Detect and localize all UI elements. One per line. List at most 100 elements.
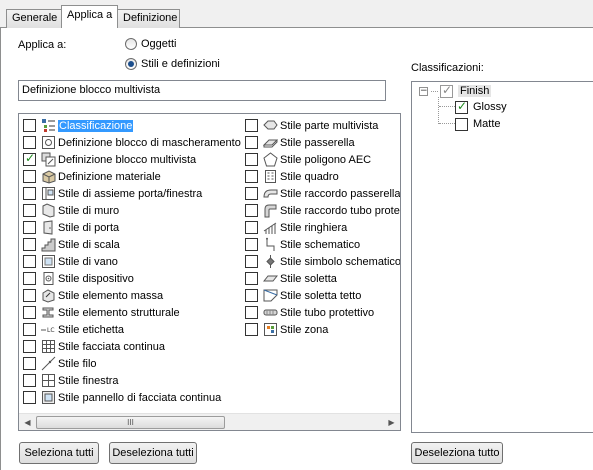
list-item[interactable]: Stile pannello di facciata continua xyxy=(23,389,221,406)
list-item-label: Stile soletta xyxy=(280,272,337,285)
list-item-checkbox[interactable] xyxy=(23,187,36,200)
finish-checkbox[interactable] xyxy=(440,83,453,98)
list-item[interactable]: Stile facciata continua xyxy=(23,338,165,355)
list-item[interactable]: Stile zona xyxy=(245,321,328,338)
list-item-label: Stile schematico xyxy=(280,238,361,251)
list-item-checkbox[interactable] xyxy=(23,340,36,353)
list-item-checkbox[interactable] xyxy=(23,136,36,149)
list-item-label: Stile soletta tetto xyxy=(280,289,362,302)
tab-generale[interactable]: Generale xyxy=(6,9,63,28)
classification-tree[interactable]: − Finish Glossy Matte xyxy=(411,81,593,433)
glossy-checkbox[interactable] xyxy=(455,99,468,114)
list-item[interactable]: Stile soletta tetto xyxy=(245,287,361,304)
list-item[interactable]: Stile elemento massa xyxy=(23,287,163,304)
scroll-left-arrow-icon[interactable]: ◀ xyxy=(19,414,36,430)
tab-bar: Generale Applica a Definizione xyxy=(0,0,593,29)
list-item[interactable]: Stile quadro xyxy=(245,168,339,185)
classification-icon xyxy=(41,118,56,133)
list-item-checkbox[interactable] xyxy=(23,306,36,319)
list-item-checkbox[interactable] xyxy=(245,119,258,132)
list-item-label: Stile raccordo passerella xyxy=(280,187,401,200)
tree-node-label: Glossy xyxy=(473,101,507,113)
radio-stili-definizioni[interactable]: Stili e definizioni xyxy=(125,58,220,70)
tree-node-matte[interactable]: Matte xyxy=(455,116,501,132)
list-item[interactable]: Stile raccordo passerella xyxy=(245,185,400,202)
deselect-all-classifications-button[interactable]: Deseleziona tutto xyxy=(411,442,503,464)
list-item[interactable]: Stile di vano xyxy=(23,253,118,270)
list-item-checkbox[interactable] xyxy=(23,374,36,387)
list-item[interactable]: LC Stile etichetta xyxy=(23,321,124,338)
list-item[interactable]: Stile filo xyxy=(23,355,97,372)
list-item[interactable]: Definizione materiale xyxy=(23,168,161,185)
list-item[interactable]: Stile passerella xyxy=(245,134,355,151)
list-item-label: Stile di porta xyxy=(58,221,120,234)
door-window-assembly-icon xyxy=(41,186,56,201)
style-definition-list[interactable]: Classificazione Definizione blocco di mas… xyxy=(18,113,401,431)
list-item[interactable]: Definizione blocco di mascheramento xyxy=(23,134,241,151)
selected-definition-field[interactable]: Definizione blocco multivista xyxy=(18,80,386,101)
list-item-checkbox[interactable] xyxy=(23,391,36,404)
list-item[interactable]: Stile di scala xyxy=(23,236,120,253)
tab-applica-a[interactable]: Applica a xyxy=(61,5,118,28)
list-item[interactable]: Stile simbolo schematico xyxy=(245,253,400,270)
list-item[interactable]: Stile di muro xyxy=(23,202,119,219)
list-item-checkbox[interactable] xyxy=(23,204,36,217)
radio-circle-selected[interactable] xyxy=(125,58,137,70)
list-item[interactable]: Stile tubo protettivo xyxy=(245,304,374,321)
list-item[interactable]: Classificazione xyxy=(23,117,134,134)
tree-node-finish[interactable]: − Finish xyxy=(419,83,492,99)
list-item-checkbox[interactable] xyxy=(245,187,258,200)
tree-line xyxy=(439,106,455,107)
radio-oggetti[interactable]: Oggetti xyxy=(125,38,176,50)
list-item-checkbox[interactable] xyxy=(23,170,36,183)
list-item-checkbox[interactable] xyxy=(23,255,36,268)
list-item-checkbox[interactable] xyxy=(23,272,36,285)
list-item[interactable]: Stile di assieme porta/finestra xyxy=(23,185,202,202)
list-item-checkbox[interactable] xyxy=(23,238,36,251)
list-item-checkbox[interactable] xyxy=(245,136,258,149)
list-item[interactable]: Stile dispositivo xyxy=(23,270,134,287)
select-all-button[interactable]: Seleziona tutti xyxy=(19,442,99,464)
list-item-checkbox[interactable] xyxy=(23,289,36,302)
list-item[interactable]: Stile elemento strutturale xyxy=(23,304,180,321)
horizontal-scrollbar[interactable]: ◀ III ▶ xyxy=(19,413,400,430)
list-item-label: Definizione blocco di mascheramento xyxy=(58,136,241,149)
list-item-checkbox[interactable] xyxy=(23,119,36,132)
scroll-right-arrow-icon[interactable]: ▶ xyxy=(383,414,400,430)
door-icon xyxy=(41,220,56,235)
list-item[interactable]: Stile raccordo tubo protettivo xyxy=(245,202,400,219)
list-item-checkbox[interactable] xyxy=(245,272,258,285)
list-item-checkbox[interactable] xyxy=(23,221,36,234)
list-item[interactable]: Stile soletta xyxy=(245,270,337,287)
list-item-checkbox[interactable] xyxy=(23,357,36,370)
list-item-checkbox[interactable] xyxy=(245,170,258,183)
list-item-checkbox[interactable] xyxy=(245,204,258,217)
tree-node-glossy[interactable]: Glossy xyxy=(455,99,507,115)
cable-tray-icon xyxy=(263,135,278,150)
list-item-checkbox[interactable] xyxy=(245,323,258,336)
list-item[interactable]: Stile poligono AEC xyxy=(245,151,371,168)
list-item[interactable]: Definizione blocco multivista xyxy=(23,151,196,168)
wire-icon xyxy=(41,356,56,371)
scroll-thumb[interactable]: III xyxy=(36,416,225,429)
tab-definizione[interactable]: Definizione xyxy=(117,9,180,28)
list-item[interactable]: Stile parte multivista xyxy=(245,117,378,134)
list-item-checkbox[interactable] xyxy=(23,323,36,336)
zone-icon xyxy=(263,322,278,337)
list-item-label: Definizione blocco multivista xyxy=(58,153,197,166)
collapse-icon[interactable]: − xyxy=(419,86,428,96)
list-item-checkbox[interactable] xyxy=(245,153,258,166)
list-item[interactable]: Stile di porta xyxy=(23,219,119,236)
list-item-checkbox[interactable] xyxy=(245,238,258,251)
list-item[interactable]: Stile ringhiera xyxy=(245,219,347,236)
list-item-checkbox[interactable] xyxy=(245,221,258,234)
list-item-checkbox[interactable] xyxy=(245,306,258,319)
list-item[interactable]: Stile finestra xyxy=(23,372,119,389)
list-item[interactable]: Stile schematico xyxy=(245,236,360,253)
list-item-checkbox[interactable] xyxy=(245,289,258,302)
radio-circle[interactable] xyxy=(125,38,137,50)
list-item-checkbox[interactable] xyxy=(245,255,258,268)
deselect-all-button[interactable]: Deseleziona tutti xyxy=(109,442,197,464)
matte-checkbox[interactable] xyxy=(455,117,468,131)
list-item-checkbox[interactable] xyxy=(23,151,36,166)
